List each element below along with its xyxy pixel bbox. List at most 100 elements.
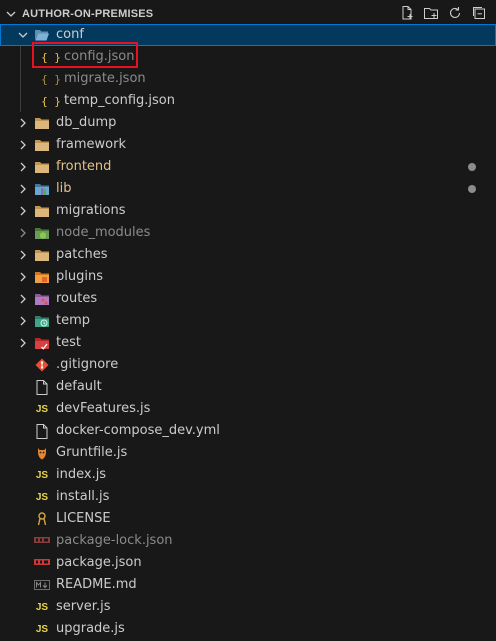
tree-file-index-js[interactable]: JS index.js [0,464,496,486]
folder-plugins-icon [34,269,50,285]
tree-item-label: index.js [56,467,107,482]
javascript-icon: JS [35,601,49,613]
tree-folder-node-modules[interactable]: node_modules [0,222,496,244]
tree-folder-framework[interactable]: framework [0,134,496,156]
grunt-icon [34,445,50,461]
chevron-down-icon[interactable] [0,8,22,20]
highlight-box [32,42,138,68]
modified-dot [468,163,476,171]
chevron-right-icon[interactable] [16,270,30,284]
tree-file-server-js[interactable]: JS server.js [0,596,496,618]
folder-routes-icon [34,291,50,307]
chevron-right-icon[interactable] [16,160,30,174]
tree-item-label: test [56,335,81,350]
explorer-title: AUTHOR-ON-PREMISES [22,7,154,20]
tree-folder-lib[interactable]: lib [0,178,496,200]
tree-folder-db-dump[interactable]: db_dump [0,112,496,134]
tree-item-label: temp [56,313,91,328]
tree-item-label: LICENSE [56,511,111,526]
tree-file-readme-md[interactable]: README.md [0,574,496,596]
tree-item-label: lib [56,181,72,196]
npm-icon [34,533,50,549]
folder-icon [34,115,50,131]
file-tree: conf { } config.json { } migrate.json { … [0,24,496,640]
tree-item-label: server.js [56,599,111,614]
folder-icon [34,247,50,263]
tree-file-docker-compose[interactable]: docker-compose_dev.yml [0,420,496,442]
tree-file-license[interactable]: LICENSE [0,508,496,530]
tree-folder-temp[interactable]: temp [0,310,496,332]
tree-item-label: conf [56,27,84,42]
tree-item-label: package.json [56,555,142,570]
explorer-actions [398,4,488,22]
license-icon [34,511,50,527]
folder-lib-icon [34,181,50,197]
collapse-all-icon[interactable] [470,4,488,22]
tree-file-gitignore[interactable]: .gitignore [0,354,496,376]
tree-file-temp-config-json[interactable]: { } temp_config.json [0,90,496,112]
chevron-right-icon[interactable] [16,248,30,262]
chevron-down-icon[interactable] [16,28,30,42]
tree-item-label: frontend [56,159,112,174]
markdown-icon [34,577,50,593]
tree-folder-routes[interactable]: routes [0,288,496,310]
folder-node-icon [34,225,50,241]
tree-file-devfeatures-js[interactable]: JS devFeatures.js [0,398,496,420]
refresh-icon[interactable] [446,4,464,22]
javascript-icon: JS [35,469,49,481]
chevron-right-icon[interactable] [16,336,30,350]
tree-file-package-lock-json[interactable]: package-lock.json [0,530,496,552]
tree-item-label: db_dump [56,115,117,130]
javascript-icon: JS [35,491,49,503]
tree-folder-plugins[interactable]: plugins [0,266,496,288]
tree-folder-migrations[interactable]: migrations [0,200,496,222]
tree-item-label: patches [56,247,108,262]
folder-icon [34,203,50,219]
tree-item-label: docker-compose_dev.yml [56,423,220,438]
tree-item-label: migrations [56,203,126,218]
new-file-icon[interactable] [398,4,416,22]
chevron-right-icon[interactable] [16,138,30,152]
tree-item-label: default [56,379,102,394]
file-icon [34,379,50,395]
javascript-icon: JS [35,403,49,415]
chevron-right-icon[interactable] [16,182,30,196]
modified-dot [468,185,476,193]
tree-item-label: Gruntfile.js [56,445,128,460]
folder-open-icon [34,27,50,43]
chevron-right-icon[interactable] [16,116,30,130]
tree-item-label: node_modules [56,225,151,240]
chevron-right-icon[interactable] [16,204,30,218]
chevron-right-icon[interactable] [16,314,30,328]
javascript-icon: JS [35,623,49,635]
json-braces-icon: { } [41,94,61,108]
tree-file-gruntfile-js[interactable]: Gruntfile.js [0,442,496,464]
indent-guide [20,46,21,112]
tree-item-label: devFeatures.js [56,401,151,416]
folder-temp-icon [34,313,50,329]
file-icon [34,423,50,439]
tree-file-migrate-json[interactable]: { } migrate.json [0,68,496,90]
tree-item-label: framework [56,137,127,152]
tree-item-label: upgrade.js [56,621,125,636]
tree-item-label: routes [56,291,98,306]
tree-file-upgrade-js[interactable]: JS upgrade.js [0,618,496,640]
tree-item-label: package-lock.json [56,533,173,548]
new-folder-icon[interactable] [422,4,440,22]
tree-item-label: plugins [56,269,103,284]
tree-folder-test[interactable]: test [0,332,496,354]
tree-folder-patches[interactable]: patches [0,244,496,266]
chevron-right-icon[interactable] [16,226,30,240]
tree-file-default[interactable]: default [0,376,496,398]
folder-test-icon [34,335,50,351]
tree-file-package-json[interactable]: package.json [0,552,496,574]
tree-folder-frontend[interactable]: frontend [0,156,496,178]
npm-icon [34,555,50,571]
json-braces-icon: { } [41,72,61,86]
tree-item-label: .gitignore [56,357,119,372]
tree-item-label: README.md [56,577,137,592]
tree-file-install-js[interactable]: JS install.js [0,486,496,508]
git-icon [34,357,50,373]
folder-icon [34,137,50,153]
chevron-right-icon[interactable] [16,292,30,306]
